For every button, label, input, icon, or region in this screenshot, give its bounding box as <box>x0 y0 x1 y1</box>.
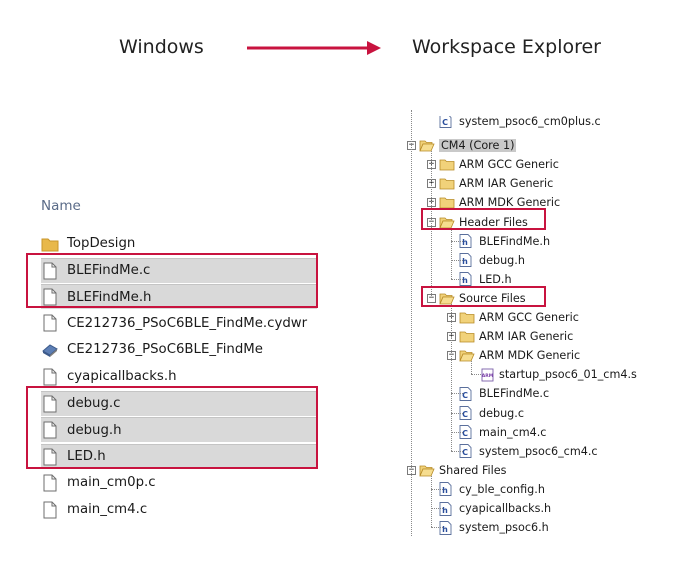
tree-item[interactable]: Csystem_psoc6_cm0plus.c <box>427 116 601 128</box>
svg-text:h: h <box>462 238 468 247</box>
file-row[interactable]: main_cm0p.c <box>41 470 317 495</box>
file-name: main_cm4.c <box>67 502 148 517</box>
tree-connector <box>451 450 463 452</box>
tree-item[interactable]: − CM4 (Core 1) <box>407 137 517 154</box>
file-icon <box>41 313 59 333</box>
tree-item-label: ARM IAR Generic <box>459 177 554 191</box>
arrow-right-icon <box>247 41 381 55</box>
tree-connector <box>431 475 432 528</box>
tree-item-label: debug.c <box>479 406 524 420</box>
svg-text:h: h <box>442 506 448 515</box>
tree-connector <box>431 508 443 509</box>
folder-icon <box>439 158 455 172</box>
asm-file-icon: ARM <box>479 368 495 382</box>
c-file-icon: C <box>439 116 455 128</box>
tree-connector <box>431 488 443 490</box>
tree-item-label: CM4 (Core 1) <box>439 139 517 153</box>
folder-icon <box>439 177 455 191</box>
tree-item-label: system_psoc6_cm0plus.c <box>459 116 601 128</box>
tree-item-label: startup_psoc6_01_cm4.s <box>499 368 637 382</box>
folder-icon <box>459 311 475 325</box>
tree-connector <box>451 259 463 261</box>
tree-item-label: system_psoc6_cm4.c <box>479 444 598 458</box>
file-name: CE212736_PSoC6BLE_FindMe.cydwr <box>67 315 308 331</box>
tree-item-label: BLEFindMe.c <box>479 387 550 401</box>
highlight-box-blefindme <box>26 253 318 308</box>
tree-connector <box>451 393 463 395</box>
tree-item[interactable]: h system_psoc6.h <box>427 519 549 536</box>
tree-item-label: main_cm4.c <box>479 425 547 439</box>
tree-item[interactable]: Csystem_psoc6_cm4.c <box>447 443 598 460</box>
svg-text:C: C <box>442 118 448 127</box>
tree-connector <box>451 278 463 280</box>
windows-heading: Windows <box>119 36 204 58</box>
highlight-box-debug-led <box>26 386 318 469</box>
tree-item-label: cy_ble_config.h <box>459 482 545 496</box>
tree-connector <box>431 527 443 529</box>
tree-item[interactable]: h cy_ble_config.h <box>427 481 545 498</box>
file-name: TopDesign <box>67 236 136 251</box>
file-name: CE212736_PSoC6BLE_FindMe <box>67 342 263 358</box>
tree-item[interactable]: + ARM GCC Generic <box>447 309 579 326</box>
tree-item-label: ARM MDK Generic <box>479 349 581 363</box>
tree-item[interactable]: + ARM GCC Generic <box>427 156 559 173</box>
tree-item-label: ARM GCC Generic <box>479 311 579 324</box>
file-name: cyapicallbacks.h <box>67 369 177 384</box>
tree-connector <box>451 227 452 279</box>
tree-item-label: system_psoc6.h <box>459 521 549 535</box>
folder-open-icon <box>419 139 435 153</box>
tree-connector <box>471 361 472 375</box>
file-row[interactable]: CE212736_PSoC6BLE_FindMe <box>41 337 317 362</box>
tree-connector <box>451 431 463 433</box>
file-icon <box>41 500 59 520</box>
tree-item-label: ARM GCC Generic <box>459 158 559 172</box>
tree-connector <box>471 374 481 376</box>
file-name: main_cm0p.c <box>67 475 156 491</box>
svg-text:h: h <box>442 525 448 534</box>
tree-item[interactable]: + ARM IAR Generic <box>427 175 553 192</box>
highlight-box-source-files <box>421 286 546 307</box>
tree-item[interactable]: + ARM IAR Generic <box>447 328 573 345</box>
tree-item-label: debug.h <box>479 253 525 267</box>
folder-open-icon <box>459 349 475 363</box>
svg-text:h: h <box>462 257 468 266</box>
folder-open-icon <box>419 463 435 477</box>
svg-text:C: C <box>462 391 468 400</box>
file-icon <box>41 367 59 387</box>
svg-text:C: C <box>462 429 468 438</box>
tree-connector <box>451 303 452 451</box>
tree-item-label: Shared Files <box>439 463 507 477</box>
tree-item[interactable]: − ARM MDK Generic <box>447 347 580 364</box>
tree-item[interactable]: h cyapicallbacks.h <box>427 500 551 517</box>
name-column-header[interactable]: Name <box>41 198 81 214</box>
tree-connector <box>411 110 412 536</box>
file-row[interactable]: main_cm4.c <box>41 497 317 522</box>
tree-connector <box>451 412 463 414</box>
tree-item-label: LED.h <box>479 272 512 286</box>
workspace-explorer-heading: Workspace Explorer <box>412 36 601 58</box>
file-icon <box>41 473 59 493</box>
tree-item-label: ARM IAR Generic <box>479 330 574 344</box>
svg-text:h: h <box>442 486 448 495</box>
tree-item-label: cyapicallbacks.h <box>459 502 552 515</box>
tree-item-label: BLEFindMe.h <box>479 234 551 248</box>
project-icon <box>41 340 59 360</box>
tree-item[interactable]: − Shared Files <box>407 462 507 479</box>
highlight-box-header-files <box>421 208 546 230</box>
svg-text:C: C <box>462 410 468 419</box>
svg-text:h: h <box>462 276 468 285</box>
svg-text:ARM: ARM <box>482 373 494 379</box>
folder-icon <box>41 234 59 254</box>
tree-item[interactable]: ARM startup_psoc6_01_cm4.s <box>467 366 637 383</box>
svg-text:C: C <box>462 448 468 457</box>
tree-connector <box>451 240 463 242</box>
folder-icon <box>459 330 475 344</box>
file-row[interactable]: CE212736_PSoC6BLE_FindMe.cydwr <box>41 311 317 336</box>
